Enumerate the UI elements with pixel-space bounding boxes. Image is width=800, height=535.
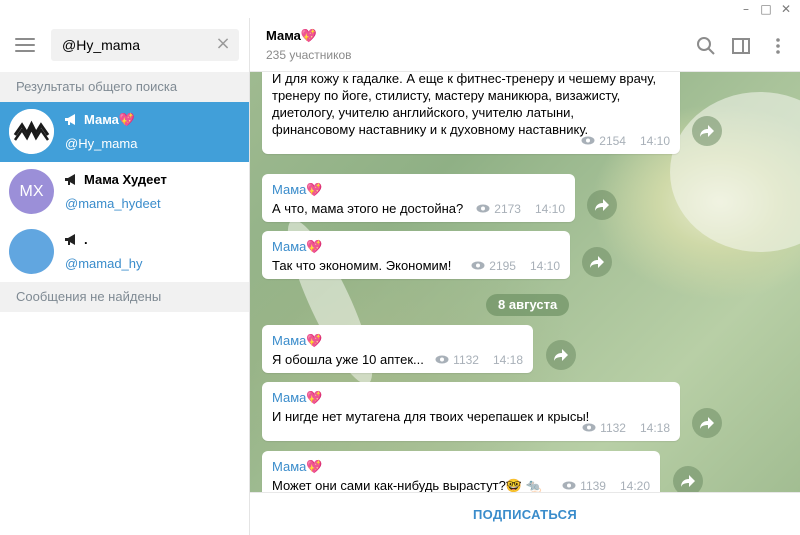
message-author[interactable]: Мама💖 <box>272 182 565 200</box>
message-bubble[interactable]: Мама💖 И нигде нет мутагена для твоих чер… <box>262 382 680 441</box>
share-button[interactable] <box>673 466 703 492</box>
close-window-button[interactable]: ✕ <box>778 1 794 17</box>
views-count: 1132 <box>453 353 479 367</box>
search-result-item[interactable]: Мама💖 @Hy_mama <box>0 102 249 162</box>
megaphone-icon <box>65 174 75 185</box>
message-time: 14:18 <box>492 353 523 367</box>
search-input[interactable] <box>62 37 212 53</box>
message-meta: 1132 14:18 <box>435 353 523 367</box>
clear-search-icon[interactable]: × <box>215 35 231 53</box>
minimize-button[interactable]: – <box>738 1 754 17</box>
views-count: 1132 <box>600 421 626 435</box>
left-header: × <box>0 18 249 72</box>
views-count: 2154 <box>599 134 626 148</box>
share-arrow-icon <box>700 125 714 137</box>
chat-history[interactable]: И для кожу к гадалке. А еще к фитнес-тре… <box>250 72 800 492</box>
views-eye-icon <box>435 355 449 364</box>
views-eye-icon <box>562 481 576 490</box>
message-time: 14:20 <box>619 479 650 492</box>
views-eye-icon <box>476 204 490 213</box>
background-flower <box>670 92 800 252</box>
message-text: тренеру по йоге, стилисту, мастеру маник… <box>272 88 621 103</box>
views-eye-icon <box>471 261 485 270</box>
mama-logo-icon <box>9 109 54 154</box>
share-button[interactable] <box>582 247 612 277</box>
share-arrow-icon <box>700 417 714 429</box>
message-meta: 1132 14:18 <box>582 421 670 435</box>
channel-avatar <box>9 229 54 274</box>
window-titlebar: – □ ✕ <box>0 0 800 18</box>
result-username: @mamad_hy <box>65 256 143 271</box>
result-name: Мама💖 <box>65 112 135 128</box>
message-text: диетологу, учителю английского, учителю … <box>272 105 575 120</box>
share-button[interactable] <box>692 116 722 146</box>
sidebar-toggle-icon[interactable] <box>731 36 751 56</box>
chat-header: Мама💖 235 участников <box>250 18 800 72</box>
message-bubble[interactable]: Мама💖 Может они сами как-нибудь вырастут… <box>262 451 660 492</box>
share-arrow-icon <box>595 199 609 211</box>
message-author[interactable]: Мама💖 <box>272 390 670 408</box>
search-result-item[interactable]: . @mamad_hy <box>0 222 249 282</box>
message-time: 14:18 <box>639 421 670 435</box>
members-count: 235 участников <box>266 48 352 62</box>
views-count: 1139 <box>580 479 606 492</box>
share-button[interactable] <box>692 408 722 438</box>
result-username: @mama_hydeet <box>65 196 161 211</box>
views-eye-icon <box>581 136 595 145</box>
more-vertical-icon[interactable] <box>768 36 788 56</box>
channel-avatar <box>9 109 54 154</box>
search-result-item[interactable]: МХ Мама Худеет @mama_hydeet <box>0 162 249 222</box>
chat-panel: Мама💖 235 участников И для кожу к гадалк… <box>250 18 800 535</box>
share-arrow-icon <box>681 475 695 487</box>
chat-footer: ПОДПИСАТЬСЯ <box>250 492 800 535</box>
global-results-header: Результаты общего поиска <box>0 72 249 102</box>
hamburger-menu-icon[interactable] <box>15 38 35 52</box>
chat-title[interactable]: Мама💖 <box>266 28 317 44</box>
no-messages-header: Сообщения не найдены <box>0 282 249 312</box>
result-name: Мама Худеет <box>65 172 167 187</box>
message-meta: 1139 14:20 <box>562 479 650 492</box>
message-author[interactable]: Мама💖 <box>272 239 560 257</box>
message-time: 14:10 <box>639 134 670 148</box>
message-bubble[interactable]: И для кожу к гадалке. А еще к фитнес-тре… <box>262 72 680 154</box>
share-arrow-icon <box>554 349 568 361</box>
megaphone-icon <box>65 234 75 245</box>
message-bubble[interactable]: Мама💖 Я обошла уже 10 аптек... 1132 14:18 <box>262 325 533 373</box>
share-arrow-icon <box>590 256 604 268</box>
message-author[interactable]: Мама💖 <box>272 333 523 351</box>
megaphone-icon <box>65 114 75 125</box>
message-time: 14:10 <box>534 202 565 216</box>
subscribe-button[interactable]: ПОДПИСАТЬСЯ <box>250 493 800 535</box>
message-author[interactable]: Мама💖 <box>272 459 650 477</box>
maximize-button[interactable]: □ <box>758 1 774 17</box>
search-box[interactable]: × <box>51 29 239 61</box>
message-meta: 2154 14:10 <box>581 134 670 148</box>
views-count: 2195 <box>489 259 516 273</box>
share-button[interactable] <box>587 190 617 220</box>
views-eye-icon <box>582 423 596 432</box>
message-text: И для кожу к гадалке. А еще к фитнес-тре… <box>272 72 657 86</box>
message-bubble[interactable]: Мама💖 Так что экономим. Экономим! 2195 14… <box>262 231 570 279</box>
share-button[interactable] <box>546 340 576 370</box>
date-divider: 8 августа <box>486 294 570 316</box>
message-meta: 2173 14:10 <box>476 202 565 216</box>
result-name: . <box>65 232 88 247</box>
message-bubble[interactable]: Мама💖 А что, мама этого не достойна? 217… <box>262 174 575 222</box>
result-username: @Hy_mama <box>65 136 138 151</box>
left-panel: × Результаты общего поиска Мама💖 @Hy_mam… <box>0 18 250 535</box>
channel-avatar: МХ <box>9 169 54 214</box>
search-icon[interactable] <box>696 36 716 56</box>
message-meta: 2195 14:10 <box>471 259 560 273</box>
message-time: 14:10 <box>529 259 560 273</box>
views-count: 2173 <box>494 202 521 216</box>
